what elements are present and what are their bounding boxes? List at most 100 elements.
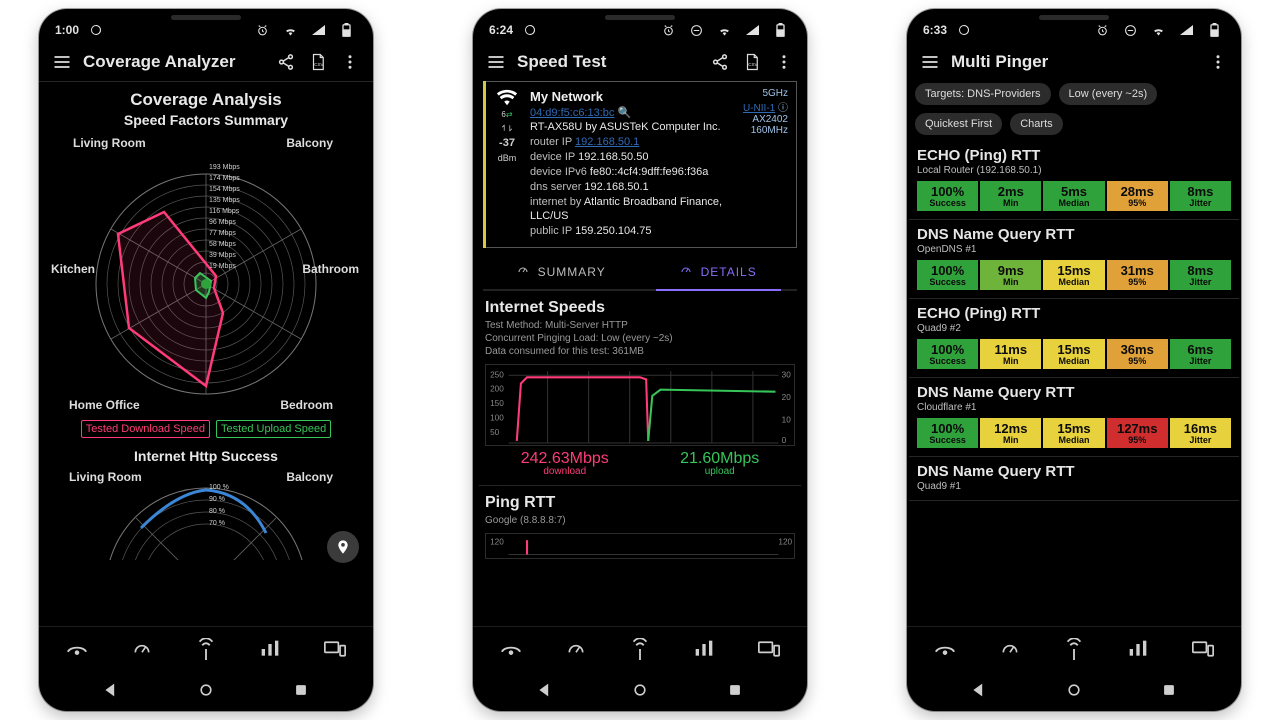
pinger-title: ECHO (Ping) RTT bbox=[917, 305, 1231, 322]
more-icon[interactable] bbox=[339, 51, 361, 73]
pinger-block[interactable]: ECHO (Ping) RTTQuad9 #2 100%Success11msMi… bbox=[917, 305, 1231, 369]
pinger-subtitle: OpenDNS #1 bbox=[917, 244, 1231, 255]
axis-label: Home Office bbox=[69, 398, 140, 412]
pinger-cells: 100%Success11msMin15msMedian36ms95%6msJi… bbox=[917, 339, 1231, 369]
app-status-icon bbox=[953, 19, 975, 41]
nav-back-icon[interactable] bbox=[96, 679, 126, 701]
pinger-cell: 15msMedian bbox=[1043, 260, 1104, 290]
bottom-tab-bar bbox=[39, 626, 373, 671]
alarm-icon bbox=[1091, 19, 1113, 41]
radar-tick: 80 % bbox=[209, 506, 229, 518]
nav-recents-icon[interactable] bbox=[1154, 679, 1184, 701]
nav-back-icon[interactable] bbox=[964, 679, 994, 701]
tab-devices-icon[interactable] bbox=[315, 635, 355, 663]
tab-scan-icon[interactable] bbox=[491, 635, 531, 663]
dnd-icon bbox=[1119, 19, 1141, 41]
svg-text:CSV: CSV bbox=[314, 62, 323, 67]
android-nav-bar bbox=[473, 671, 807, 711]
info-icon[interactable]: ⓘ bbox=[778, 103, 788, 114]
csv-export-icon[interactable]: CSV bbox=[307, 51, 329, 73]
nav-recents-icon[interactable] bbox=[286, 679, 316, 701]
android-nav-bar bbox=[39, 671, 373, 711]
axis-label: Living Room bbox=[73, 136, 146, 150]
mac-link[interactable]: 04:d9:f5:c6:13:bc bbox=[530, 107, 614, 119]
locate-fab[interactable] bbox=[327, 531, 359, 563]
nav-back-icon[interactable] bbox=[530, 679, 560, 701]
menu-icon[interactable] bbox=[51, 51, 73, 73]
tab-summary[interactable]: SUMMARY bbox=[483, 254, 640, 289]
router-ip-link[interactable]: 192.168.50.1 bbox=[575, 136, 639, 148]
pinger-subtitle: Cloudflare #1 bbox=[917, 402, 1231, 413]
device-ipv6: fe80::4cf4:9dff:fe96:f36a bbox=[590, 166, 708, 178]
more-icon[interactable] bbox=[1207, 51, 1229, 73]
tab-devices-icon[interactable] bbox=[1183, 635, 1223, 663]
tab-stats-icon[interactable] bbox=[250, 635, 290, 663]
alarm-icon bbox=[657, 19, 679, 41]
pinger-cell: 127ms95% bbox=[1107, 418, 1168, 448]
csv-export-icon[interactable]: CSV bbox=[741, 51, 763, 73]
pinger-block[interactable]: DNS Name Query RTTQuad9 #1 bbox=[917, 463, 1231, 492]
tab-devices-icon[interactable] bbox=[749, 635, 789, 663]
tab-gauge-icon[interactable] bbox=[556, 635, 596, 663]
pinger-block[interactable]: ECHO (Ping) RTTLocal Router (192.168.50.… bbox=[917, 147, 1231, 211]
axis-label: Balcony bbox=[286, 136, 333, 150]
svg-text:120: 120 bbox=[490, 537, 504, 546]
section2-title: Internet Http Success bbox=[51, 448, 361, 464]
pinger-subtitle: Quad9 #2 bbox=[917, 323, 1231, 334]
chip-sort[interactable]: Quickest First bbox=[915, 113, 1002, 135]
more-icon[interactable] bbox=[773, 51, 795, 73]
nav-recents-icon[interactable] bbox=[720, 679, 750, 701]
chip-charts[interactable]: Charts bbox=[1010, 113, 1062, 135]
nav-home-icon[interactable] bbox=[191, 679, 221, 701]
radar-tick: 58 Mbps bbox=[209, 239, 240, 250]
ping-target: Google (8.8.8.8:7) bbox=[485, 514, 795, 527]
pinger-title: DNS Name Query RTT bbox=[917, 384, 1231, 401]
pinger-cell: 6msJitter bbox=[1170, 339, 1231, 369]
axis-label: Living Room bbox=[69, 470, 142, 484]
tab-scan-icon[interactable] bbox=[925, 635, 965, 663]
device-ip: 192.168.50.50 bbox=[578, 151, 648, 163]
radar-tick: 100 % bbox=[209, 482, 229, 494]
radar-tick: 70 % bbox=[209, 518, 229, 530]
tab-details[interactable]: DETAILS bbox=[640, 254, 797, 289]
pinger-block[interactable]: DNS Name Query RTTCloudflare #1100%Succe… bbox=[917, 384, 1231, 448]
battery-icon bbox=[335, 19, 357, 41]
section-title: Ping RTT bbox=[485, 494, 795, 512]
app-bar: Coverage Analyzer CSV bbox=[39, 41, 373, 81]
app-status-icon bbox=[519, 19, 541, 41]
tab-stats-icon[interactable] bbox=[684, 635, 724, 663]
legend: Tested Download Speed Tested Upload Spee… bbox=[51, 420, 361, 438]
speaker-notch bbox=[605, 15, 675, 20]
meta-line: Test Method: Multi-Server HTTP bbox=[485, 319, 795, 332]
chip-frequency[interactable]: Low (every ~2s) bbox=[1059, 83, 1158, 105]
radar-tick: 174 Mbps bbox=[209, 173, 240, 184]
tab-stats-icon[interactable] bbox=[1118, 635, 1158, 663]
tab-router-icon[interactable] bbox=[1054, 635, 1094, 663]
tab-router-icon[interactable] bbox=[620, 635, 660, 663]
bottom-tab-bar bbox=[907, 626, 1241, 671]
wifi-icon bbox=[279, 19, 301, 41]
svg-text:150: 150 bbox=[490, 399, 504, 408]
pinger-cell: 15msMedian bbox=[1043, 339, 1104, 369]
chip-targets[interactable]: Targets: DNS-Providers bbox=[915, 83, 1051, 105]
tab-scan-icon[interactable] bbox=[57, 635, 97, 663]
tab-gauge-icon[interactable] bbox=[990, 635, 1030, 663]
dnd-icon bbox=[685, 19, 707, 41]
tab-router-icon[interactable] bbox=[186, 635, 226, 663]
search-icon[interactable]: 🔍 bbox=[617, 107, 631, 119]
menu-icon[interactable] bbox=[485, 51, 507, 73]
page-title: Speed Test bbox=[517, 52, 699, 72]
share-icon[interactable] bbox=[275, 51, 297, 73]
pinger-block[interactable]: DNS Name Query RTTOpenDNS #1100%Success9… bbox=[917, 226, 1231, 290]
menu-icon[interactable] bbox=[919, 51, 941, 73]
pinger-cell: 100%Success bbox=[917, 339, 978, 369]
nav-home-icon[interactable] bbox=[1059, 679, 1089, 701]
unii-link[interactable]: U-NII-1 bbox=[743, 103, 775, 114]
nav-home-icon[interactable] bbox=[625, 679, 655, 701]
signal-icon bbox=[1175, 19, 1197, 41]
meta-line: Concurrent Pinging Load: Low (every ~2s) bbox=[485, 332, 795, 345]
tab-gauge-icon[interactable] bbox=[122, 635, 162, 663]
android-nav-bar bbox=[907, 671, 1241, 711]
share-icon[interactable] bbox=[709, 51, 731, 73]
svg-text:10: 10 bbox=[782, 416, 792, 425]
